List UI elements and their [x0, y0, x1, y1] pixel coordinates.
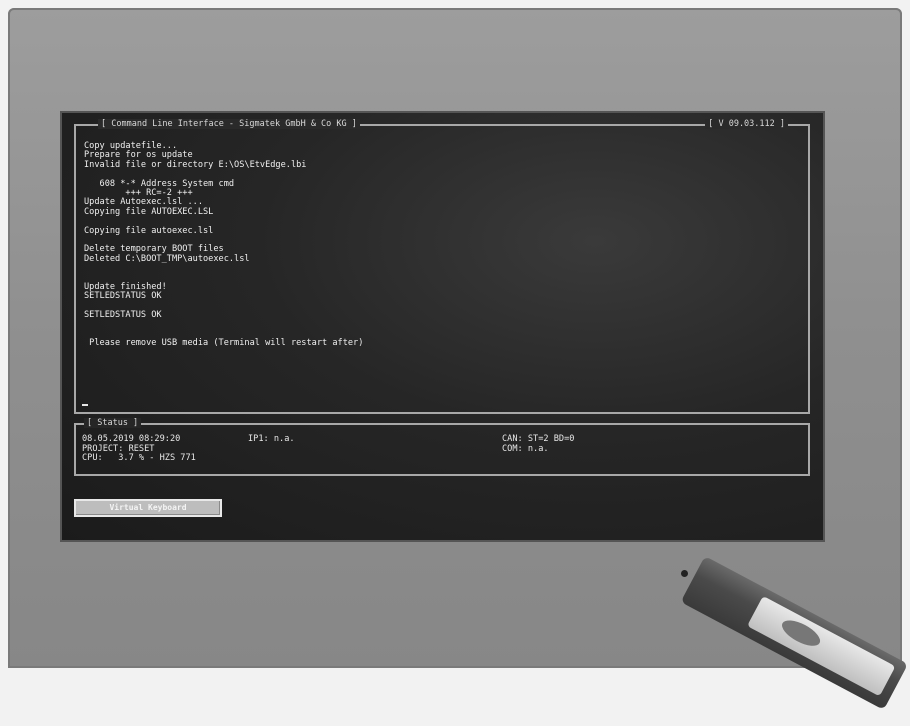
cli-version: [ V 09.03.112 ] — [705, 119, 788, 129]
cli-line: SETLEDSTATUS OK — [84, 310, 162, 321]
status-ip: IP1: n.a. — [248, 434, 295, 444]
terminal-screen: [ Command Line Interface - Sigmatek GmbH… — [60, 111, 825, 542]
cli-line: Copying file autoexec.lsl — [84, 225, 214, 236]
screw-hole — [681, 570, 688, 577]
status-panel: [ Status ] 08.05.2019 08:29:20 PROJECT: R… — [74, 418, 810, 476]
cli-title: [ Command Line Interface - Sigmatek GmbH… — [98, 119, 360, 129]
status-title: [ Status ] — [84, 418, 142, 428]
cli-line: Copying file AUTOEXEC.LSL — [84, 206, 214, 217]
status-com: COM: n.a. — [502, 443, 549, 454]
cli-line — [84, 320, 363, 329]
cli-cursor[interactable] — [82, 404, 88, 406]
status-right-column: CAN: ST=2 BD=0 COM: n.a. — [502, 434, 574, 454]
cli-line: Deleted C:\BOOT_TMP\autoexec.lsl — [84, 253, 250, 264]
cli-output: Copy updatefile... Prepare for os update I… — [84, 141, 364, 349]
cli-line: Invalid file or directory E:\OS\EtvEdge.… — [84, 159, 307, 170]
status-cpu: CPU: 3.7 % - HZS 771 — [82, 453, 196, 464]
status-left-column: 08.05.2019 08:29:20 PROJECT: RESET CPU: 3.… — [82, 434, 196, 464]
virtual-keyboard-button[interactable]: Virtual Keyboard — [74, 499, 222, 517]
cli-line: SETLEDSTATUS OK — [84, 291, 162, 302]
cli-line — [84, 264, 363, 273]
cli-panel: [ Command Line Interface - Sigmatek GmbH… — [74, 119, 810, 414]
cli-line: Please remove USB media (Terminal will r… — [84, 338, 364, 349]
